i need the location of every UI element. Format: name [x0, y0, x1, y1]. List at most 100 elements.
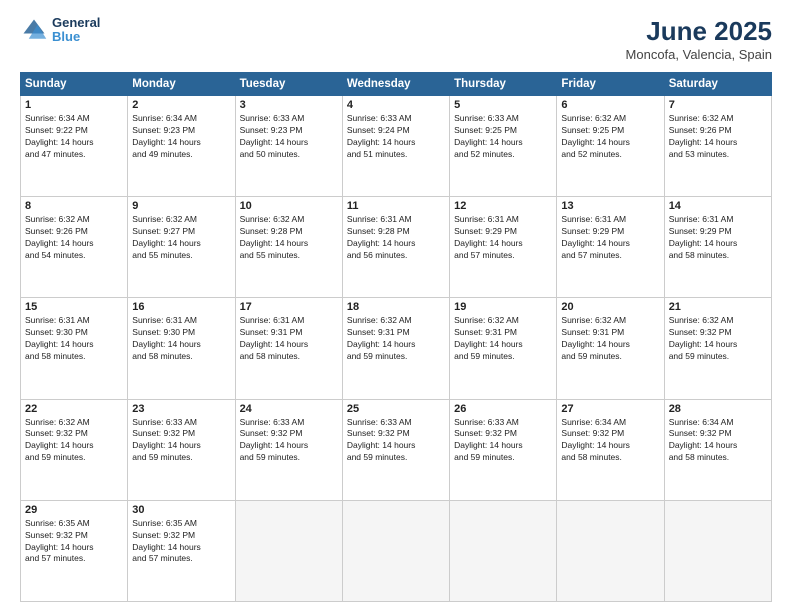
calendar-cell: 22 Sunrise: 6:32 AMSunset: 9:32 PMDayligh…: [21, 399, 128, 500]
day-info: Sunrise: 6:32 AMSunset: 9:32 PMDaylight:…: [25, 417, 123, 465]
day-info: Sunrise: 6:32 AMSunset: 9:31 PMDaylight:…: [347, 315, 445, 363]
day-info: Sunrise: 6:33 AMSunset: 9:32 PMDaylight:…: [347, 417, 445, 465]
day-number: 21: [669, 301, 767, 313]
day-number: 29: [25, 504, 123, 516]
day-info: Sunrise: 6:31 AMSunset: 9:31 PMDaylight:…: [240, 315, 338, 363]
calendar-title: June 2025: [626, 16, 772, 47]
calendar-cell: 17 Sunrise: 6:31 AMSunset: 9:31 PMDayligh…: [235, 298, 342, 399]
day-info: Sunrise: 6:31 AMSunset: 9:29 PMDaylight:…: [561, 214, 659, 262]
day-number: 8: [25, 200, 123, 212]
day-number: 15: [25, 301, 123, 313]
day-info: Sunrise: 6:31 AMSunset: 9:30 PMDaylight:…: [25, 315, 123, 363]
calendar-cell: 14 Sunrise: 6:31 AMSunset: 9:29 PMDayligh…: [664, 197, 771, 298]
calendar-cell: [342, 500, 449, 601]
calendar-cell: [450, 500, 557, 601]
calendar-week-row: 29Sunrise: 6:35 AMSunset: 9:32 PMDayligh…: [21, 500, 772, 601]
calendar-cell: [235, 500, 342, 601]
day-number: 13: [561, 200, 659, 212]
calendar-cell: 8 Sunrise: 6:32 AMSunset: 9:26 PMDaylight…: [21, 197, 128, 298]
day-number: 22: [25, 403, 123, 415]
calendar-cell: 13 Sunrise: 6:31 AMSunset: 9:29 PMDayligh…: [557, 197, 664, 298]
calendar-week-row: 22 Sunrise: 6:32 AMSunset: 9:32 PMDayligh…: [21, 399, 772, 500]
calendar-cell: 27 Sunrise: 6:34 AMSunset: 9:32 PMDayligh…: [557, 399, 664, 500]
calendar-cell: 20 Sunrise: 6:32 AMSunset: 9:31 PMDayligh…: [557, 298, 664, 399]
calendar-cell: 15 Sunrise: 6:31 AMSunset: 9:30 PMDayligh…: [21, 298, 128, 399]
calendar-week-row: 15 Sunrise: 6:31 AMSunset: 9:30 PMDayligh…: [21, 298, 772, 399]
day-info: Sunrise: 6:34 AMSunset: 9:23 PMDaylight:…: [132, 113, 230, 161]
day-number: 6: [561, 99, 659, 111]
logo-line1: General: [52, 16, 100, 30]
day-number: 17: [240, 301, 338, 313]
day-number: 1: [25, 99, 123, 111]
calendar-cell: 1 Sunrise: 6:34 AMSunset: 9:22 PMDaylight…: [21, 96, 128, 197]
day-info: Sunrise: 6:31 AMSunset: 9:29 PMDaylight:…: [669, 214, 767, 262]
calendar-week-row: 8 Sunrise: 6:32 AMSunset: 9:26 PMDaylight…: [21, 197, 772, 298]
calendar-cell: 4 Sunrise: 6:33 AMSunset: 9:24 PMDaylight…: [342, 96, 449, 197]
day-number: 20: [561, 301, 659, 313]
day-number: 4: [347, 99, 445, 111]
calendar-cell: 29Sunrise: 6:35 AMSunset: 9:32 PMDayligh…: [21, 500, 128, 601]
header: General Blue June 2025 Moncofa, Valencia…: [20, 16, 772, 62]
day-number: 12: [454, 200, 552, 212]
logo-icon: [20, 16, 48, 44]
col-monday: Monday: [128, 73, 235, 96]
calendar-cell: 10 Sunrise: 6:32 AMSunset: 9:28 PMDayligh…: [235, 197, 342, 298]
day-number: 30: [132, 504, 230, 516]
day-number: 10: [240, 200, 338, 212]
day-info: Sunrise: 6:33 AMSunset: 9:24 PMDaylight:…: [347, 113, 445, 161]
col-saturday: Saturday: [664, 73, 771, 96]
day-info: Sunrise: 6:33 AMSunset: 9:32 PMDaylight:…: [132, 417, 230, 465]
calendar-cell: 18 Sunrise: 6:32 AMSunset: 9:31 PMDayligh…: [342, 298, 449, 399]
calendar-cell: 23Sunrise: 6:33 AMSunset: 9:32 PMDayligh…: [128, 399, 235, 500]
day-info: Sunrise: 6:31 AMSunset: 9:29 PMDaylight:…: [454, 214, 552, 262]
day-info: Sunrise: 6:32 AMSunset: 9:31 PMDaylight:…: [561, 315, 659, 363]
calendar-cell: 24Sunrise: 6:33 AMSunset: 9:32 PMDayligh…: [235, 399, 342, 500]
day-info: Sunrise: 6:33 AMSunset: 9:25 PMDaylight:…: [454, 113, 552, 161]
calendar-cell: 28 Sunrise: 6:34 AMSunset: 9:32 PMDayligh…: [664, 399, 771, 500]
day-info: Sunrise: 6:33 AMSunset: 9:23 PMDaylight:…: [240, 113, 338, 161]
day-info: Sunrise: 6:32 AMSunset: 9:26 PMDaylight:…: [669, 113, 767, 161]
day-number: 9: [132, 200, 230, 212]
col-friday: Friday: [557, 73, 664, 96]
col-sunday: Sunday: [21, 73, 128, 96]
day-info: Sunrise: 6:32 AMSunset: 9:26 PMDaylight:…: [25, 214, 123, 262]
day-info: Sunrise: 6:32 AMSunset: 9:31 PMDaylight:…: [454, 315, 552, 363]
logo-line2: Blue: [52, 30, 100, 44]
day-number: 11: [347, 200, 445, 212]
calendar-cell: 16Sunrise: 6:31 AMSunset: 9:30 PMDayligh…: [128, 298, 235, 399]
calendar-subtitle: Moncofa, Valencia, Spain: [626, 47, 772, 62]
day-number: 2: [132, 99, 230, 111]
day-info: Sunrise: 6:32 AMSunset: 9:32 PMDaylight:…: [669, 315, 767, 363]
day-number: 14: [669, 200, 767, 212]
day-number: 3: [240, 99, 338, 111]
day-info: Sunrise: 6:34 AMSunset: 9:32 PMDaylight:…: [561, 417, 659, 465]
calendar-cell: 2 Sunrise: 6:34 AMSunset: 9:23 PMDaylight…: [128, 96, 235, 197]
day-info: Sunrise: 6:32 AMSunset: 9:25 PMDaylight:…: [561, 113, 659, 161]
calendar-cell: 19Sunrise: 6:32 AMSunset: 9:31 PMDayligh…: [450, 298, 557, 399]
logo-text: General Blue: [52, 16, 100, 45]
day-info: Sunrise: 6:34 AMSunset: 9:22 PMDaylight:…: [25, 113, 123, 161]
day-number: 28: [669, 403, 767, 415]
calendar-cell: 6 Sunrise: 6:32 AMSunset: 9:25 PMDaylight…: [557, 96, 664, 197]
day-number: 27: [561, 403, 659, 415]
day-info: Sunrise: 6:34 AMSunset: 9:32 PMDaylight:…: [669, 417, 767, 465]
col-tuesday: Tuesday: [235, 73, 342, 96]
calendar-cell: 26Sunrise: 6:33 AMSunset: 9:32 PMDayligh…: [450, 399, 557, 500]
calendar-table: Sunday Monday Tuesday Wednesday Thursday…: [20, 72, 772, 602]
day-number: 18: [347, 301, 445, 313]
day-number: 16: [132, 301, 230, 313]
calendar-cell: 21 Sunrise: 6:32 AMSunset: 9:32 PMDayligh…: [664, 298, 771, 399]
logo: General Blue: [20, 16, 100, 45]
day-number: 24: [240, 403, 338, 415]
calendar-cell: 11 Sunrise: 6:31 AMSunset: 9:28 PMDayligh…: [342, 197, 449, 298]
calendar-cell: 3 Sunrise: 6:33 AMSunset: 9:23 PMDaylight…: [235, 96, 342, 197]
day-number: 7: [669, 99, 767, 111]
calendar-cell: 7 Sunrise: 6:32 AMSunset: 9:26 PMDaylight…: [664, 96, 771, 197]
calendar-cell: 25 Sunrise: 6:33 AMSunset: 9:32 PMDayligh…: [342, 399, 449, 500]
calendar-week-row: 1 Sunrise: 6:34 AMSunset: 9:22 PMDaylight…: [21, 96, 772, 197]
day-info: Sunrise: 6:31 AMSunset: 9:28 PMDaylight:…: [347, 214, 445, 262]
col-thursday: Thursday: [450, 73, 557, 96]
day-info: Sunrise: 6:32 AMSunset: 9:28 PMDaylight:…: [240, 214, 338, 262]
day-info: Sunrise: 6:32 AMSunset: 9:27 PMDaylight:…: [132, 214, 230, 262]
day-number: 25: [347, 403, 445, 415]
